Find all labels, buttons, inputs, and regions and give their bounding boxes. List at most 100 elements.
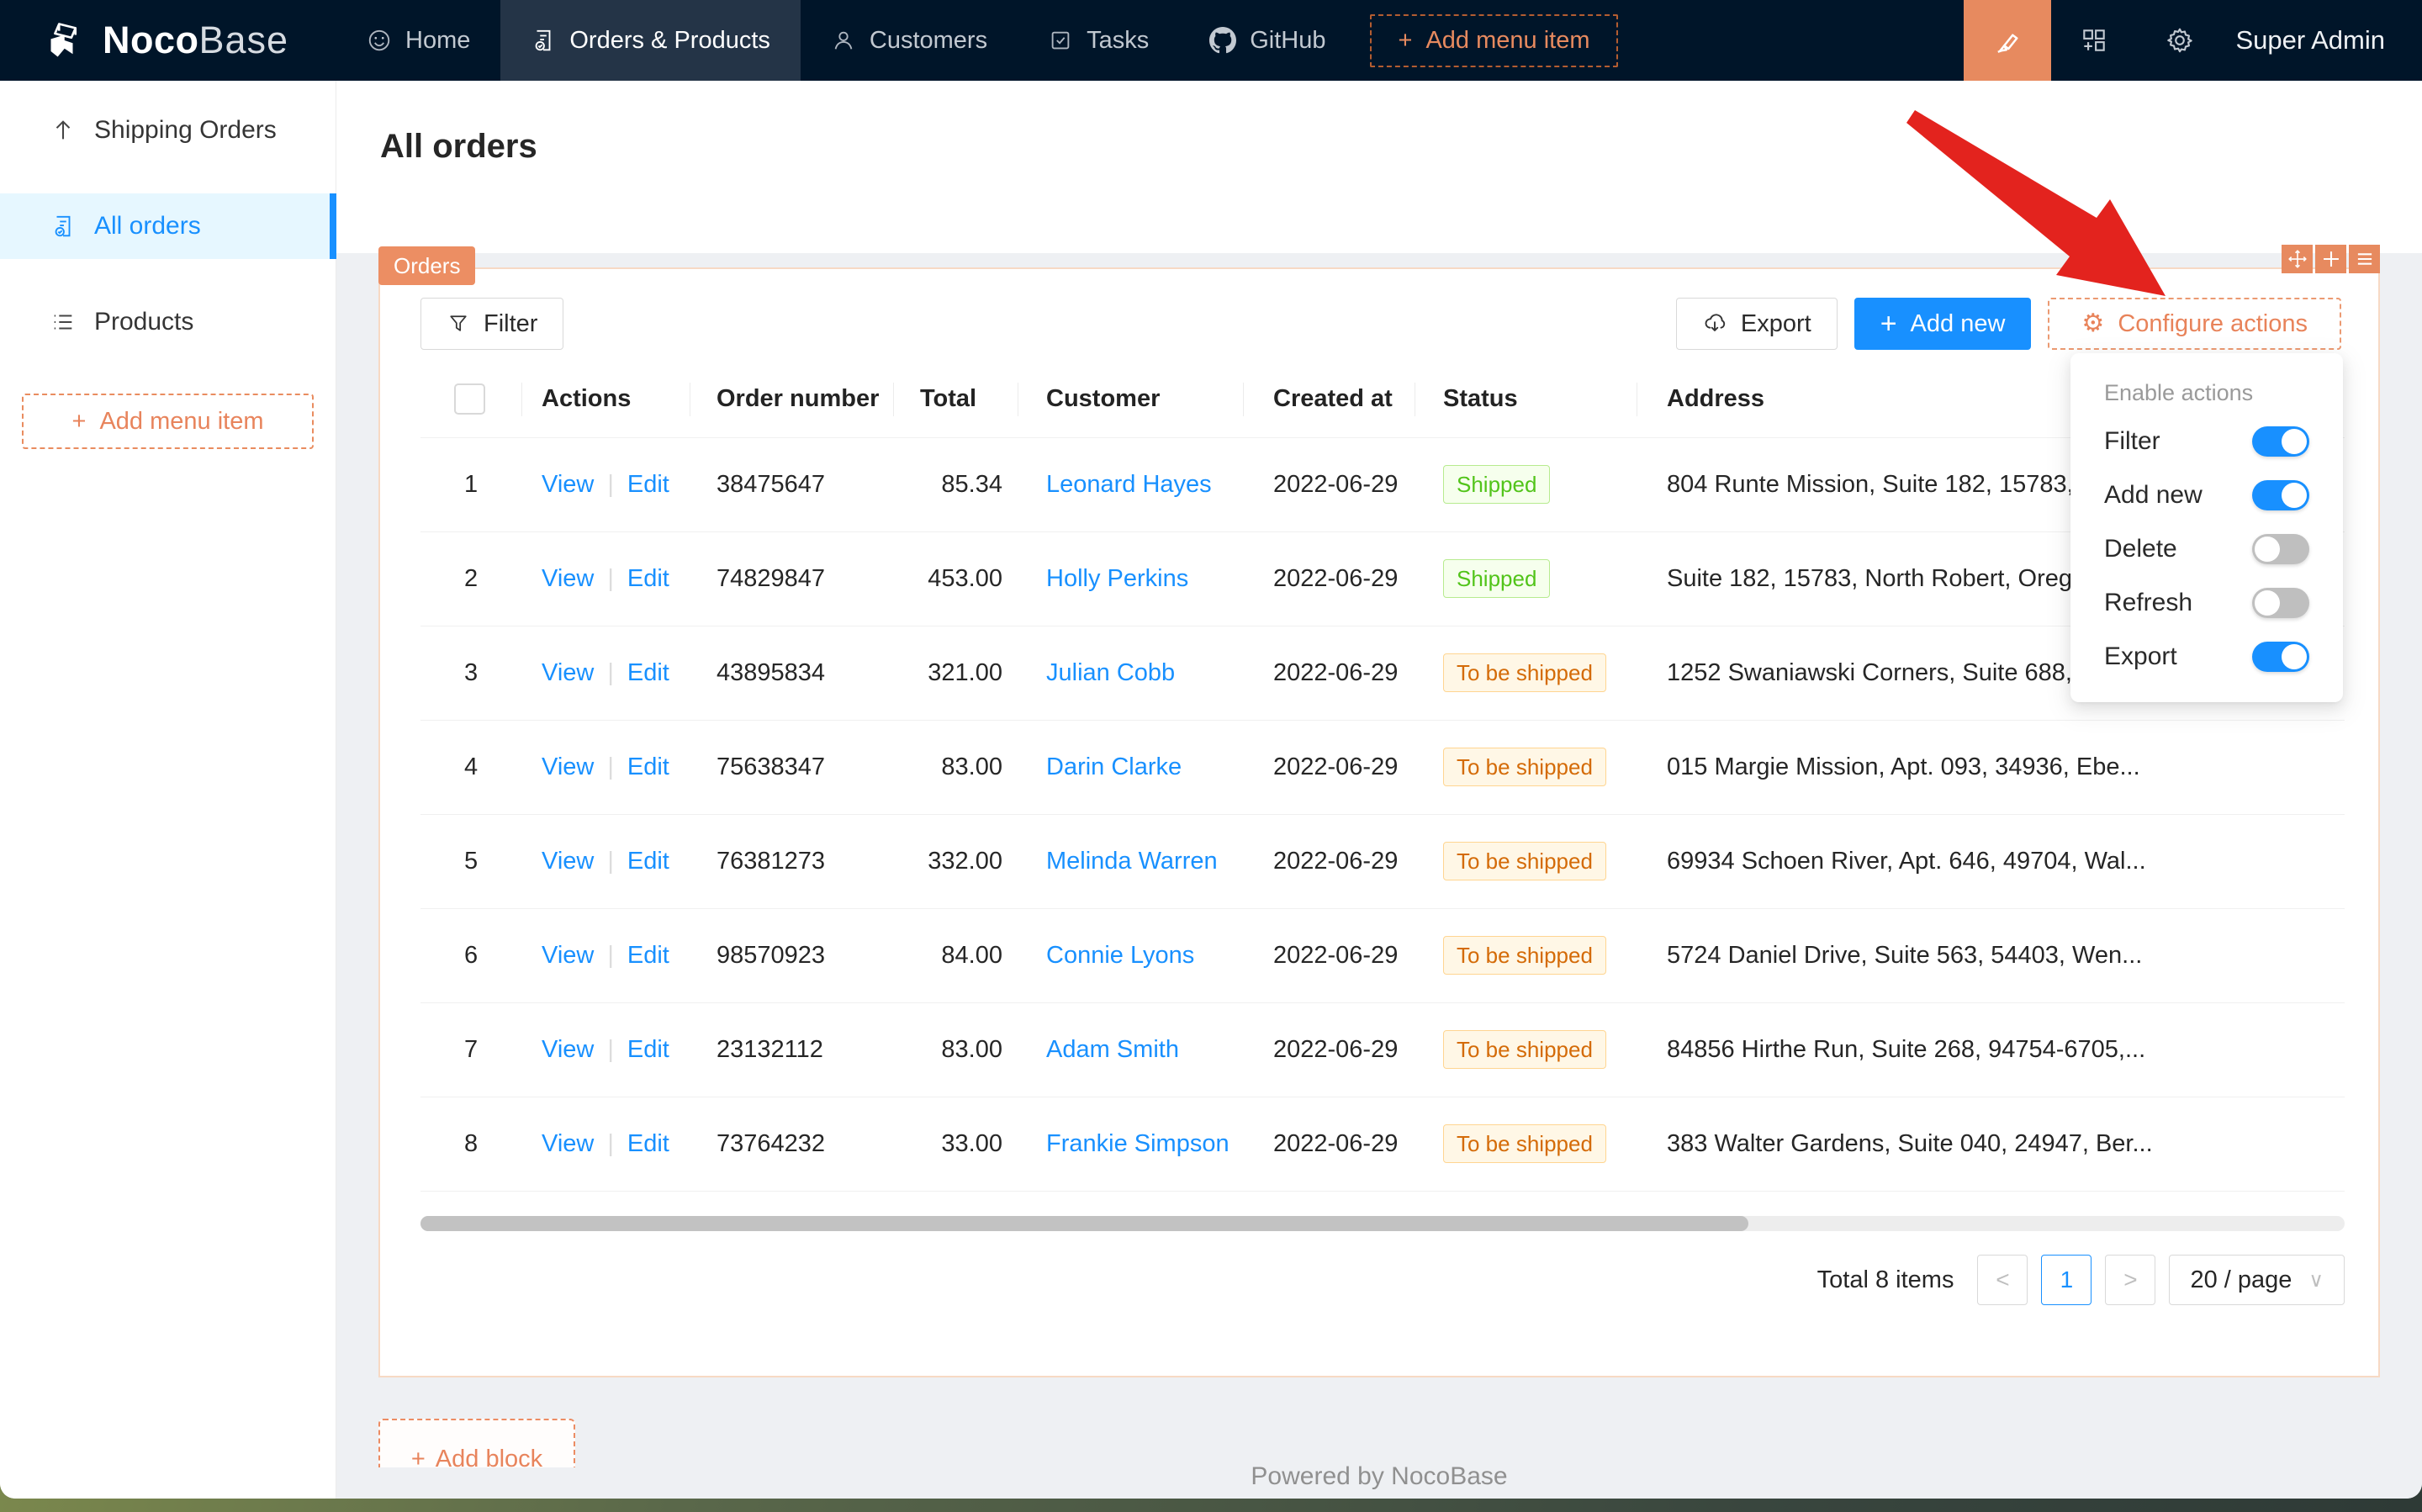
row-actions: View|Edit [521, 531, 690, 626]
enable-action-row[interactable]: Export [2070, 630, 2343, 684]
filter-icon [447, 312, 470, 336]
address-cell: 383 Walter Gardens, Suite 040, 24947, Be… [1637, 1097, 2345, 1191]
enable-action-row[interactable]: Add new [2070, 468, 2343, 522]
select-all-checkbox[interactable] [454, 383, 485, 415]
edit-link[interactable]: Edit [627, 753, 669, 780]
add-block-button-clipped[interactable]: + Add block [378, 1419, 575, 1467]
row-index: 8 [420, 1097, 521, 1191]
column-header-actions[interactable]: Actions [521, 362, 690, 437]
toggle-switch[interactable] [2252, 588, 2309, 618]
customer-link[interactable]: Darin Clarke [1046, 753, 1182, 780]
toggle-switch[interactable] [2252, 480, 2309, 510]
export-button-label: Export [1741, 310, 1811, 338]
customer-link[interactable]: Connie Lyons [1046, 942, 1194, 969]
block-menu-icon[interactable] [2349, 245, 2380, 273]
customer-link[interactable]: Julian Cobb [1046, 659, 1175, 686]
pagination-prev-button[interactable]: < [1977, 1255, 2028, 1305]
sidebar-item-shipping-orders[interactable]: Shipping Orders [0, 98, 336, 163]
nav-add-menu-item-button[interactable]: + Add menu item [1370, 14, 1619, 67]
total-cell: 332.00 [893, 814, 1018, 908]
total-cell: 453.00 [893, 531, 1018, 626]
scrollbar-thumb[interactable] [420, 1216, 1748, 1231]
status-badge: To be shipped [1443, 1124, 1606, 1163]
toggle-switch[interactable] [2252, 534, 2309, 564]
toggle-switch[interactable] [2252, 426, 2309, 457]
nav-item-customers[interactable]: Customers [801, 0, 1018, 81]
pagination-next-button[interactable]: > [2105, 1255, 2155, 1305]
nav-item-home[interactable]: Home [336, 0, 500, 81]
row-actions: View|Edit [521, 437, 690, 531]
customer-link[interactable]: Melinda Warren [1046, 848, 1218, 875]
nav-item-github[interactable]: GitHub [1179, 0, 1356, 81]
edit-link[interactable]: Edit [627, 659, 669, 686]
column-header-customer[interactable]: Customer [1018, 362, 1243, 437]
orders-table-body: 1 View|Edit 38475647 85.34 Leonard Hayes… [420, 437, 2345, 1191]
enable-action-label: Add new [2104, 481, 2203, 510]
edit-link[interactable]: Edit [627, 848, 669, 875]
created-at-cell: 2022-06-29 [1243, 720, 1415, 814]
customer-link[interactable]: Frankie Simpson [1046, 1130, 1230, 1157]
created-at-cell: 2022-06-29 [1243, 1002, 1415, 1097]
view-link[interactable]: View [542, 659, 594, 686]
view-link[interactable]: View [542, 1036, 594, 1063]
drag-handle-icon[interactable] [2282, 245, 2313, 273]
view-link[interactable]: View [542, 471, 594, 498]
sidebar-add-menu-item-button[interactable]: + Add menu item [22, 394, 314, 449]
customer-link[interactable]: Holly Perkins [1046, 565, 1188, 592]
table-row: 7 View|Edit 23132112 83.00 Adam Smith 20… [420, 1002, 2345, 1097]
status-cell: To be shipped [1415, 1097, 1637, 1191]
created-at-cell: 2022-06-29 [1243, 437, 1415, 531]
edit-link[interactable]: Edit [627, 942, 669, 969]
github-icon [1209, 27, 1236, 54]
user-menu[interactable]: Super Admin [2223, 0, 2422, 81]
edit-link[interactable]: Edit [627, 1036, 669, 1063]
status-cell: To be shipped [1415, 814, 1637, 908]
view-link[interactable]: View [542, 848, 594, 875]
total-cell: 321.00 [893, 626, 1018, 720]
view-link[interactable]: View [542, 565, 594, 592]
filter-button[interactable]: Filter [420, 298, 563, 350]
add-new-button[interactable]: + Add new [1854, 298, 2032, 350]
status-badge: To be shipped [1443, 748, 1606, 786]
filter-button-label: Filter [484, 310, 537, 338]
column-header-status[interactable]: Status [1415, 362, 1637, 437]
enable-action-row[interactable]: Filter [2070, 415, 2343, 468]
edit-link[interactable]: Edit [627, 565, 669, 592]
add-block-icon[interactable] [2315, 245, 2346, 273]
ui-editor-button[interactable] [1964, 0, 2051, 81]
order-number-cell: 74829847 [690, 531, 893, 626]
created-at-cell: 2022-06-29 [1243, 1097, 1415, 1191]
address-cell: 5724 Daniel Drive, Suite 563, 54403, Wen… [1637, 908, 2345, 1002]
table-row: 1 View|Edit 38475647 85.34 Leonard Hayes… [420, 437, 2345, 531]
edit-link[interactable]: Edit [627, 471, 669, 498]
pagination-page-1[interactable]: 1 [2041, 1255, 2091, 1305]
enable-action-row[interactable]: Delete [2070, 522, 2343, 576]
page-size-select[interactable]: 20 / page ∨ [2169, 1255, 2345, 1305]
sidebar-item-products[interactable]: Products [0, 289, 336, 355]
customer-link[interactable]: Adam Smith [1046, 1036, 1179, 1063]
nocobase-logo[interactable]: NocoBase [0, 0, 336, 81]
nav-item-orders-products[interactable]: Orders & Products [500, 0, 801, 81]
settings-button[interactable] [2137, 0, 2223, 81]
view-link[interactable]: View [542, 1130, 594, 1157]
view-link[interactable]: View [542, 942, 594, 969]
sidebar-item-label: Shipping Orders [94, 116, 277, 145]
edit-link[interactable]: Edit [627, 1130, 669, 1157]
column-header-created-at[interactable]: Created at [1243, 362, 1415, 437]
total-cell: 85.34 [893, 437, 1018, 531]
status-badge: Shipped [1443, 465, 1550, 504]
export-button[interactable]: Export [1676, 298, 1838, 350]
user-name: Super Admin [2236, 25, 2386, 56]
enable-action-label: Delete [2104, 535, 2177, 563]
plugin-manager-button[interactable] [2051, 0, 2137, 81]
column-header-total[interactable]: Total [893, 362, 1018, 437]
nav-item-tasks[interactable]: Tasks [1018, 0, 1179, 81]
view-link[interactable]: View [542, 753, 594, 780]
sidebar-item-all-orders[interactable]: All orders [0, 193, 336, 259]
configure-actions-button[interactable]: ⚙ Configure actions [2048, 298, 2341, 350]
toggle-switch[interactable] [2252, 642, 2309, 672]
customer-link[interactable]: Leonard Hayes [1046, 471, 1212, 498]
enable-action-row[interactable]: Refresh [2070, 576, 2343, 630]
column-header-order-number[interactable]: Order number [690, 362, 893, 437]
smiley-icon [367, 28, 392, 53]
